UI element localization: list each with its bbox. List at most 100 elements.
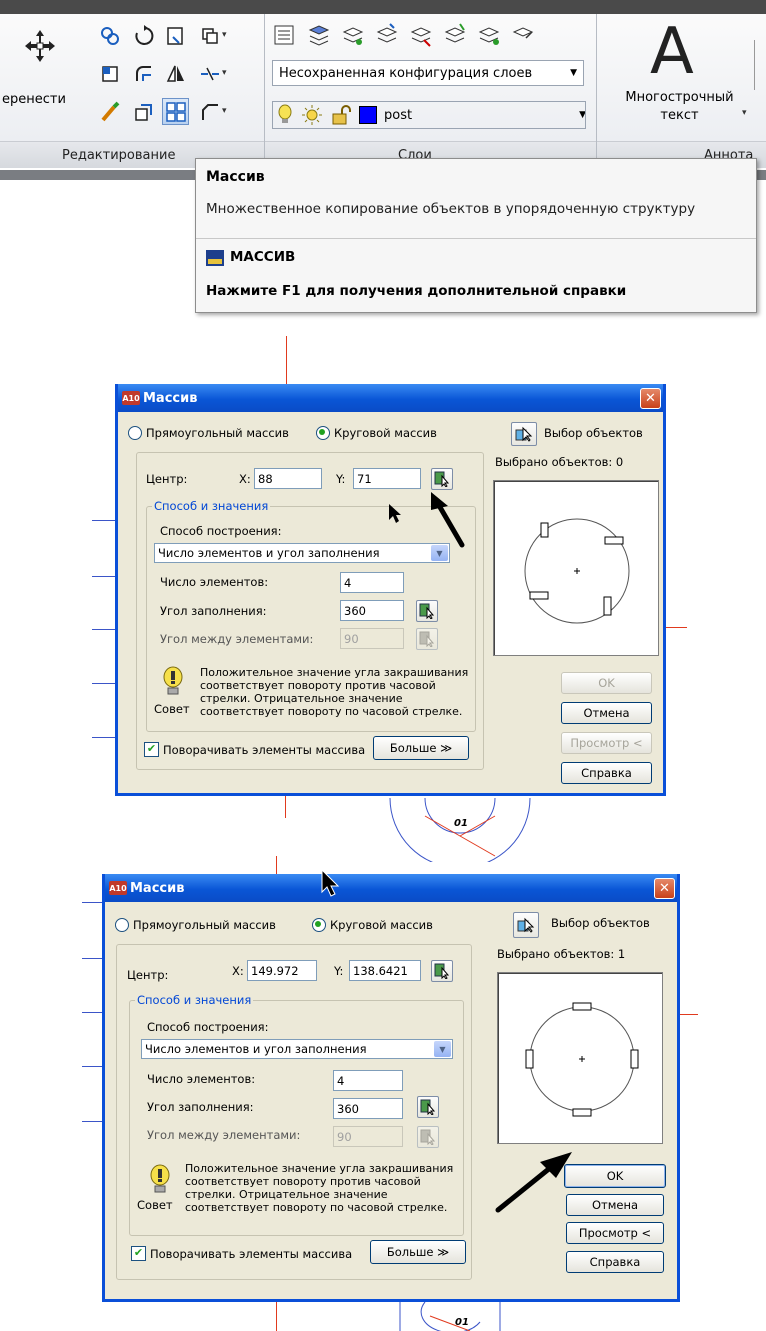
chevron-down-icon[interactable]: ▾ [222, 106, 227, 116]
checkbox[interactable]: ✔ [131, 1246, 146, 1261]
drawing-line [92, 629, 116, 630]
fillet-icon[interactable] [130, 60, 157, 87]
chevron-down-icon[interactable]: ▾ [222, 30, 227, 40]
select-objects-label: Выбор объектов [544, 426, 643, 440]
pick-point-icon [419, 631, 435, 647]
select-objects-button[interactable] [511, 422, 537, 446]
layer-unisolate-icon[interactable] [442, 22, 468, 48]
pick-center-button[interactable] [431, 468, 453, 490]
autocad-icon: A10 [122, 391, 140, 405]
radio-polar[interactable]: Круговой массив [316, 426, 437, 440]
layer-name: post [384, 107, 413, 123]
help-button[interactable]: Справка [561, 762, 652, 784]
radio-button[interactable] [312, 918, 326, 932]
item-count-input[interactable]: 4 [333, 1070, 403, 1091]
chevron-down-icon[interactable]: ▾ [222, 68, 227, 78]
radio-button[interactable] [128, 426, 142, 440]
pick-center-button[interactable] [431, 960, 453, 982]
array-preview [493, 480, 659, 656]
checkbox[interactable]: ✔ [144, 742, 159, 757]
pick-between-angle-button[interactable] [416, 628, 438, 650]
move-label[interactable]: еренести [2, 92, 66, 107]
layer-config-dropdown[interactable]: Несохраненная конфигурация слоев ▼ [272, 60, 584, 86]
layer-previous-icon[interactable] [374, 22, 400, 48]
cancel-button[interactable]: Отмена [561, 702, 652, 724]
drawing-line [92, 520, 116, 521]
chamfer-icon[interactable] [196, 98, 223, 125]
item-count-input[interactable]: 4 [340, 572, 404, 593]
center-y-input[interactable]: 138.6421 [349, 960, 421, 981]
layer-walk-icon[interactable] [476, 22, 502, 48]
select-objects-button[interactable] [513, 912, 539, 938]
mirror-icon[interactable] [162, 60, 189, 87]
radio-button[interactable] [316, 426, 330, 440]
autocad-icon: A10 [109, 881, 127, 895]
tooltip-divider [196, 238, 756, 239]
multiline-text-label-2[interactable]: текст [612, 108, 747, 123]
radio-rectangular[interactable]: Прямоугольный массив [128, 426, 289, 440]
layer-lock-icon[interactable] [510, 22, 536, 48]
preview-drawing [524, 518, 630, 624]
array-icon[interactable] [162, 98, 189, 125]
fill-angle-input[interactable]: 360 [333, 1098, 403, 1119]
ok-button[interactable]: OK [561, 672, 652, 694]
pick-fill-angle-button[interactable] [416, 600, 438, 622]
center-x-input[interactable]: 149.972 [247, 960, 317, 981]
close-icon[interactable]: ✕ [654, 878, 675, 899]
multiline-text-icon[interactable]: A [650, 20, 694, 84]
rotate-items-checkbox[interactable]: ✔ Поворачивать элементы массива [144, 742, 365, 757]
layer-isolate-icon[interactable] [408, 22, 434, 48]
between-angle-input[interactable]: 90 [340, 628, 404, 649]
fill-angle-input[interactable]: 360 [340, 600, 404, 621]
chevron-down-icon[interactable]: ▼ [434, 1041, 451, 1057]
layer-state-icon[interactable] [306, 22, 332, 48]
pick-point-icon [419, 603, 435, 619]
method-select[interactable]: Число элементов и угол заполнения ▼ [141, 1039, 453, 1059]
panel-label-edit[interactable]: Редактирование [62, 148, 175, 163]
tip-icon [149, 1164, 171, 1198]
match-properties-icon[interactable] [96, 98, 123, 125]
rotate-items-checkbox[interactable]: ✔ Поворачивать элементы массива [131, 1246, 352, 1261]
method-label: Способ построения: [147, 1020, 269, 1034]
copy-icon[interactable] [96, 22, 123, 49]
annotation-arrow [495, 1152, 572, 1213]
selected-count: Выбрано объектов: 0 [495, 455, 624, 469]
drawing-line [82, 1121, 102, 1122]
multiline-text-label-1[interactable]: Многострочный [612, 90, 747, 105]
sun-icon[interactable] [301, 104, 323, 126]
break-icon[interactable] [196, 60, 223, 87]
tip-line: Положительное значение угла закрашивания [200, 666, 469, 679]
radio-button[interactable] [115, 918, 129, 932]
layer-properties-icon[interactable] [272, 22, 298, 48]
cancel-button[interactable]: Отмена [566, 1194, 664, 1216]
trim-icon[interactable] [162, 22, 189, 49]
radio-polar[interactable]: Круговой массив [312, 918, 433, 932]
between-angle-input[interactable]: 90 [333, 1126, 403, 1147]
method-group-title: Способ и значения [135, 993, 254, 1007]
preview-button[interactable]: Просмотр < [561, 732, 652, 754]
move-icon[interactable] [20, 26, 60, 66]
command-icon [206, 250, 224, 266]
stretch-icon[interactable] [96, 60, 123, 87]
center-x-input[interactable]: 88 [254, 468, 322, 489]
more-button[interactable]: Больше ≫ [373, 736, 469, 760]
pick-fill-angle-button[interactable] [417, 1096, 439, 1118]
help-button[interactable]: Справка [566, 1251, 664, 1273]
lightbulb-icon[interactable] [276, 104, 294, 126]
center-x-label: X: [239, 472, 251, 486]
erase-icon[interactable] [196, 22, 223, 49]
radio-rectangular[interactable]: Прямоугольный массив [115, 918, 276, 932]
unlock-icon[interactable] [330, 104, 352, 126]
panel-separator [264, 14, 265, 168]
close-icon[interactable]: ✕ [640, 388, 661, 409]
preview-button[interactable]: Просмотр < [566, 1222, 664, 1244]
layer-config-value: Несохраненная конфигурация слоев [279, 65, 533, 81]
rotate-icon[interactable] [130, 22, 157, 49]
more-button[interactable]: Больше ≫ [370, 1240, 466, 1264]
layer-match-icon[interactable] [340, 22, 366, 48]
scale-icon[interactable] [130, 98, 157, 125]
chevron-down-icon[interactable]: ▾ [742, 108, 747, 118]
pick-between-angle-button[interactable] [417, 1126, 439, 1148]
layer-row[interactable]: post ▼ [276, 101, 586, 129]
center-y-input[interactable]: 71 [353, 468, 421, 489]
